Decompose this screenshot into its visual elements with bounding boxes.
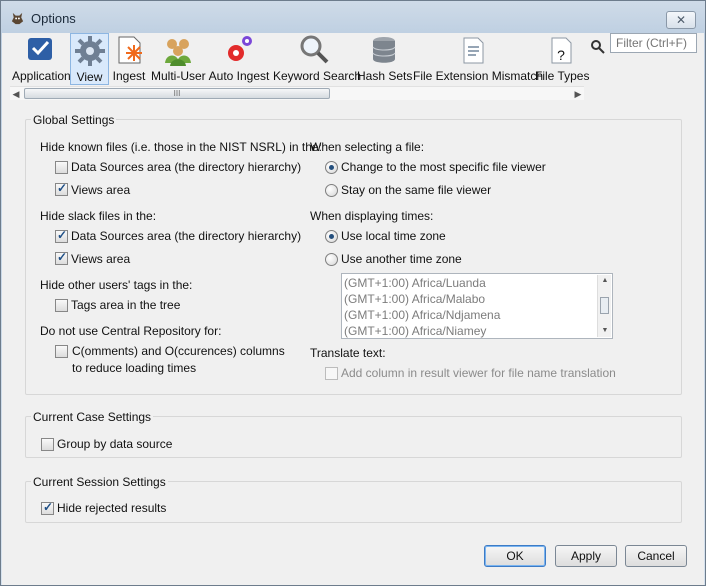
close-icon: ✕ — [675, 13, 687, 27]
hide-other-users-tags-label: Hide other users' tags in the: — [40, 278, 193, 292]
hide-slack-views-checkbox[interactable] — [55, 250, 68, 265]
ok-button[interactable]: OK — [484, 545, 546, 567]
current-case-settings-title: Current Case Settings — [31, 410, 154, 424]
scroll-left-arrow-icon[interactable]: ◀ — [10, 88, 22, 100]
application-icon — [28, 38, 52, 60]
use-local-time-zone-label: Use local time zone — [341, 229, 446, 243]
stay-same-viewer-label: Stay on the same file viewer — [341, 183, 492, 197]
tab-keyword-search[interactable]: Keyword Search — [273, 33, 362, 85]
translation-column-checkbox[interactable] — [325, 367, 338, 380]
scrollbar-thumb[interactable]: III — [24, 88, 330, 99]
tab-keyword-search-label: Keyword Search — [273, 69, 362, 83]
time-zone-scrollbar[interactable]: ▲ ▼ — [597, 275, 611, 337]
hide-known-data-sources-checkbox[interactable] — [55, 161, 68, 174]
group-by-data-source-label: Group by data source — [57, 437, 173, 451]
hide-rejected-results-checkbox[interactable] — [41, 500, 54, 515]
options-window: Options ✕ Application View Ingest Multi-… — [0, 0, 706, 586]
time-zone-item[interactable]: (GMT+1:00) Africa/Niamey — [344, 324, 486, 340]
when-selecting-file-label: When selecting a file: — [310, 140, 425, 154]
svg-text:?: ? — [557, 47, 565, 63]
apply-button[interactable]: Apply — [555, 545, 617, 567]
tab-multi-user[interactable]: Multi-User — [151, 33, 206, 85]
tab-hash-sets-label: Hash Sets — [357, 69, 413, 83]
stay-same-viewer-radio[interactable] — [325, 184, 338, 197]
tab-application-label: Application — [12, 69, 71, 83]
scroll-down-arrow-icon[interactable]: ▼ — [599, 325, 611, 337]
use-another-time-zone-label: Use another time zone — [341, 252, 462, 266]
tab-view-label: View — [76, 70, 103, 84]
hide-slack-data-sources-checkbox[interactable] — [55, 228, 68, 243]
hide-known-data-sources-label: Data Sources area (the directory hierarc… — [71, 160, 302, 174]
hide-known-views-checkbox[interactable] — [55, 181, 68, 196]
autopsy-dog-icon — [11, 12, 24, 25]
change-most-specific-viewer-radio[interactable] — [325, 161, 338, 174]
time-zone-item[interactable]: (GMT+1:00) Africa/Luanda — [344, 276, 486, 292]
ingest-icon — [118, 36, 142, 64]
comments-occurrences-label: C(omments) and O(ccurences) columns — [72, 344, 285, 358]
question-document-icon: ? — [551, 37, 572, 64]
options-toolbar: Application View Ingest Multi-User Auto … — [2, 33, 704, 105]
cancel-button[interactable]: Cancel — [625, 545, 687, 567]
time-zone-item[interactable]: (GMT+1:00) Africa/Malabo — [344, 292, 485, 308]
tab-auto-ingest[interactable]: Auto Ingest — [207, 33, 271, 85]
tab-file-extension-mismatch[interactable]: File Extension Mismatch — [413, 33, 544, 85]
filter-search-input[interactable] — [610, 33, 697, 53]
tab-application[interactable]: Application — [12, 33, 71, 85]
hide-rejected-results-label: Hide rejected results — [57, 501, 167, 515]
auto-ingest-icon — [228, 36, 252, 61]
use-local-time-zone-radio[interactable] — [325, 230, 338, 243]
tab-auto-ingest-label: Auto Ingest — [208, 69, 270, 83]
central-repository-columns-checkbox[interactable] — [55, 345, 68, 358]
search-icon — [591, 40, 605, 54]
time-zone-list[interactable]: (GMT+1:00) Africa/Luanda (GMT+1:00) Afri… — [341, 273, 613, 339]
tab-file-types-label: File Types — [535, 69, 590, 83]
when-displaying-times-label: When displaying times: — [310, 209, 434, 223]
change-most-specific-viewer-label: Change to the most specific file viewer — [341, 160, 546, 174]
dialog-content: Application View Ingest Multi-User Auto … — [2, 33, 704, 585]
group-by-data-source-checkbox[interactable] — [41, 438, 54, 451]
tab-ingest-label: Ingest — [112, 69, 146, 83]
close-button[interactable]: ✕ — [666, 11, 696, 29]
gear-icon — [74, 36, 105, 66]
current-session-settings-title: Current Session Settings — [31, 475, 168, 489]
translate-text-label: Translate text: — [310, 346, 386, 360]
magnifier-icon — [300, 35, 329, 64]
tab-view[interactable]: View — [70, 33, 109, 85]
hide-known-views-label: Views area — [71, 183, 131, 197]
users-icon — [165, 39, 191, 66]
tags-area-label: Tags area in the tree — [71, 298, 181, 312]
tab-file-types[interactable]: ? File Types — [535, 33, 590, 85]
hide-known-files-label: Hide known files (i.e. those in the NIST… — [40, 140, 322, 154]
use-another-time-zone-radio[interactable] — [325, 253, 338, 266]
document-mismatch-icon — [463, 37, 484, 64]
window-title: Options — [31, 11, 76, 26]
scroll-up-arrow-icon[interactable]: ▲ — [599, 275, 611, 287]
time-zone-item[interactable]: (GMT+1:00) Africa/Ndjamena — [344, 308, 500, 324]
translation-column-label: Add column in result viewer for file nam… — [341, 366, 616, 380]
hide-slack-files-label: Hide slack files in the: — [40, 209, 157, 223]
tab-multi-user-label: Multi-User — [151, 69, 206, 83]
tab-hash-sets[interactable]: Hash Sets — [357, 33, 413, 85]
hide-tags-area-checkbox[interactable] — [55, 299, 68, 312]
hide-slack-data-sources-label: Data Sources area (the directory hierarc… — [71, 229, 302, 243]
tab-ingest[interactable]: Ingest — [111, 33, 147, 85]
database-icon — [372, 37, 396, 63]
central-repository-label: Do not use Central Repository for: — [40, 324, 222, 338]
toolbar-scrollbar[interactable]: ◀ III ▶ — [10, 86, 584, 100]
reduce-loading-times-label: to reduce loading times — [72, 361, 197, 375]
tab-file-extension-mismatch-label: File Extension Mismatch — [413, 69, 544, 83]
time-zone-scroll-thumb[interactable] — [600, 297, 609, 314]
scroll-right-arrow-icon[interactable]: ▶ — [572, 88, 584, 100]
scrollbar-grip-icon: III — [173, 89, 181, 98]
hide-slack-views-label: Views area — [71, 252, 131, 266]
global-settings-title: Global Settings — [31, 113, 117, 127]
title-bar: Options ✕ — [1, 1, 705, 33]
